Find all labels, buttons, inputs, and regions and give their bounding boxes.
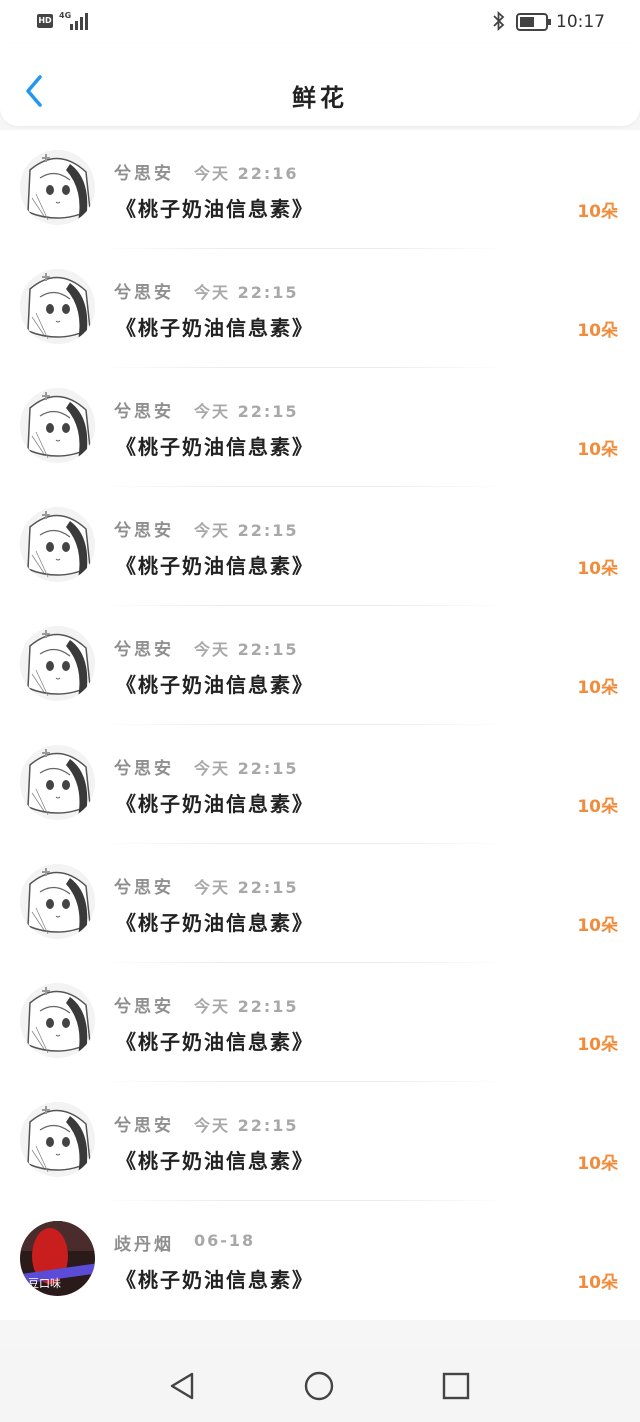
flower-count: 10朵: [577, 559, 618, 579]
triangle-back-icon[interactable]: [166, 1370, 198, 1402]
system-nav-bar: [0, 1350, 640, 1422]
circle-home-icon[interactable]: [303, 1370, 335, 1402]
sender-name: 兮思安: [114, 640, 174, 660]
anime-avatar-icon: [20, 1102, 95, 1177]
send-time: 今天 22:15: [194, 1116, 299, 1135]
list-item[interactable]: 兮思安 今天 22:15 《桃子奶油信息素》 10朵: [0, 368, 640, 487]
flower-count: 10朵: [577, 202, 618, 222]
send-time: 今天 22:16: [194, 164, 299, 183]
list-item[interactable]: 兮思安 今天 22:15 《桃子奶油信息素》 10朵: [0, 249, 640, 368]
list-item[interactable]: 兮思安 今天 22:15 《桃子奶油信息素》 10朵: [0, 844, 640, 963]
send-time: 今天 22:15: [194, 283, 299, 302]
anime-avatar-icon: [20, 983, 95, 1058]
avatar: [20, 269, 95, 344]
flower-count: 10朵: [577, 797, 618, 817]
anime-avatar-icon: [20, 864, 95, 939]
send-time: 今天 22:15: [194, 878, 299, 897]
flower-count: 10朵: [577, 1035, 618, 1055]
anime-avatar-icon: [20, 626, 95, 701]
list-item[interactable]: 兮思安 今天 22:15 《桃子奶油信息素》 10朵: [0, 963, 640, 1082]
list-item[interactable]: 兮思安 今天 22:15 《桃子奶油信息素》 10朵: [0, 725, 640, 844]
bluetooth-icon: [493, 11, 505, 31]
hd-badge: HD: [37, 14, 53, 28]
sender-name: 歧丹烟: [114, 1235, 174, 1255]
list-item[interactable]: 兮思安 今天 22:15 《桃子奶油信息素》 10朵: [0, 606, 640, 725]
gift-title: 《桃子奶油信息素》: [116, 792, 314, 816]
sender-name: 兮思安: [114, 1116, 174, 1136]
flower-count: 10朵: [577, 321, 618, 341]
list-item[interactable]: 兮思安 今天 22:16 《桃子奶油信息素》 10朵: [0, 130, 640, 249]
send-time: 今天 22:15: [194, 640, 299, 659]
battery-icon: [516, 13, 551, 31]
avatar: [20, 1102, 95, 1177]
anime-avatar-icon: [20, 507, 95, 582]
avatar: [20, 626, 95, 701]
send-time: 今天 22:15: [194, 997, 299, 1016]
list-item[interactable]: 兮思安 今天 22:15 《桃子奶油信息素》 10朵: [0, 487, 640, 606]
sender-name: 兮思安: [114, 521, 174, 541]
sender-name: 兮思安: [114, 164, 174, 184]
anime-avatar-icon: [20, 269, 95, 344]
send-time: 今天 22:15: [194, 521, 299, 540]
gift-title: 《桃子奶油信息素》: [116, 1268, 314, 1292]
avatar: [20, 388, 95, 463]
anime-avatar-icon: [20, 388, 95, 463]
sender-name: 兮思安: [114, 402, 174, 422]
status-bar: HD 4G 10:17: [0, 0, 640, 44]
avatar: 豆口味: [20, 1221, 95, 1296]
flower-count: 10朵: [577, 1273, 618, 1293]
list-item[interactable]: 兮思安 今天 22:15 《桃子奶油信息素》 10朵: [0, 1082, 640, 1201]
gift-title: 《桃子奶油信息素》: [116, 554, 314, 578]
anime-avatar-icon: [20, 745, 95, 820]
page-title: 鲜花: [292, 84, 348, 112]
avatar: [20, 745, 95, 820]
gift-title: 《桃子奶油信息素》: [116, 316, 314, 340]
flower-count: 10朵: [577, 1154, 618, 1174]
photo-avatar-icon: 豆口味: [20, 1221, 95, 1296]
gift-title: 《桃子奶油信息素》: [116, 197, 314, 221]
send-time: 今天 22:15: [194, 402, 299, 421]
sender-name: 兮思安: [114, 283, 174, 303]
avatar-caption: 豆口味: [28, 1277, 61, 1290]
sender-name: 兮思安: [114, 878, 174, 898]
gift-title: 《桃子奶油信息素》: [116, 1149, 314, 1173]
gift-title: 《桃子奶油信息素》: [116, 673, 314, 697]
gift-title: 《桃子奶油信息素》: [116, 435, 314, 459]
signal-icon: [70, 13, 88, 30]
send-time: 06-18: [194, 1231, 256, 1250]
flower-count: 10朵: [577, 440, 618, 460]
sender-name: 兮思安: [114, 997, 174, 1017]
list-item[interactable]: 豆口味 歧丹烟 06-18 《桃子奶油信息素》 10朵: [0, 1201, 640, 1320]
avatar: [20, 150, 95, 225]
anime-avatar-icon: [20, 150, 95, 225]
sender-name: 兮思安: [114, 759, 174, 779]
avatar: [20, 983, 95, 1058]
flower-count: 10朵: [577, 678, 618, 698]
avatar: [20, 507, 95, 582]
send-time: 今天 22:15: [194, 759, 299, 778]
gift-title: 《桃子奶油信息素》: [116, 911, 314, 935]
flower-record-list: 兮思安 今天 22:16 《桃子奶油信息素》 10朵 兮思安 今天 22:15 …: [0, 130, 640, 1320]
square-recents-icon[interactable]: [440, 1370, 472, 1402]
page-header: 鲜花: [0, 44, 640, 126]
flower-count: 10朵: [577, 916, 618, 936]
status-time: 10:17: [556, 12, 605, 32]
avatar: [20, 864, 95, 939]
gift-title: 《桃子奶油信息素》: [116, 1030, 314, 1054]
